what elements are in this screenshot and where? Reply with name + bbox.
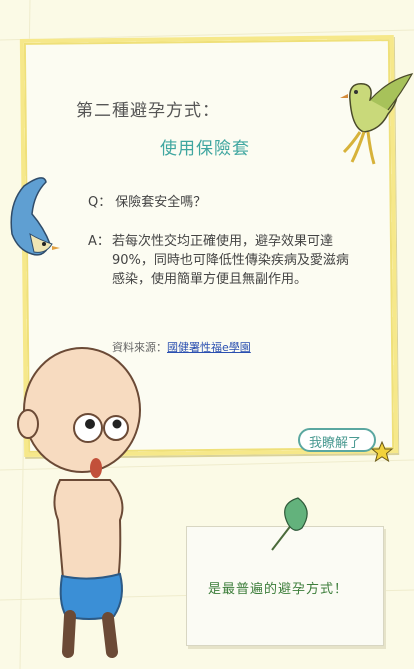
answer-text: 若每次性交均正確使用，避孕效果可達90%，同時也可降低性傳染疾病及愛滋病感染，使… <box>112 234 349 287</box>
blue-bird-icon <box>10 177 60 256</box>
star-icon <box>370 440 394 463</box>
question-label: Q： <box>88 195 112 210</box>
question-text: 保險套安全嗎？ <box>115 195 207 210</box>
baby-illustration <box>17 347 141 658</box>
note-text: 是最普遍的避孕方式！ <box>208 582 349 597</box>
question: Q： 保險套安全嗎？ <box>88 193 206 212</box>
page-title: 第二種避孕方式： <box>76 101 220 121</box>
source-link[interactable]: 國健署性福e學園 <box>167 341 251 354</box>
green-bird-icon <box>340 73 414 165</box>
leaf-pin-icon <box>271 497 308 551</box>
understand-button[interactable]: 我瞭解了 <box>298 428 376 452</box>
answer: A： 若每次性交均正確使用，避孕效果可達90%，同時也可降低性傳染疾病及愛滋病感… <box>88 232 358 289</box>
method-subtitle: 使用保險套 <box>160 139 250 159</box>
answer-label: A： <box>88 234 110 249</box>
